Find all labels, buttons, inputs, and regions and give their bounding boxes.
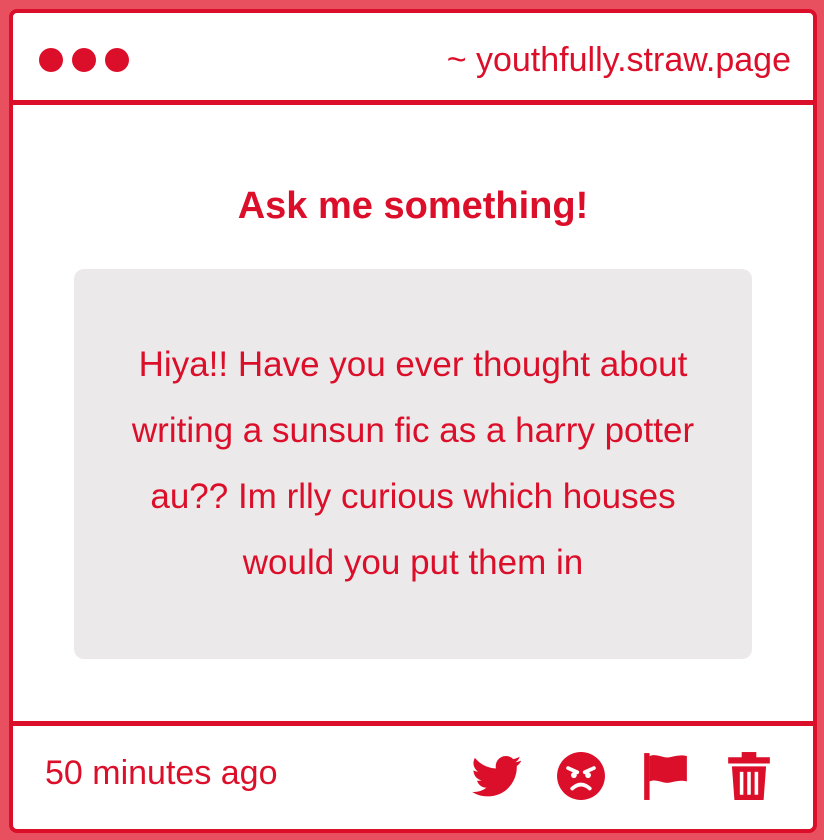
block-button[interactable] <box>555 750 607 802</box>
twitter-icon <box>472 756 522 797</box>
flag-icon <box>644 753 687 800</box>
window-dot-close[interactable] <box>39 48 63 72</box>
window-dot-minimize[interactable] <box>72 48 96 72</box>
report-button[interactable] <box>639 750 691 802</box>
timestamp: 50 minutes ago <box>45 754 278 792</box>
delete-button[interactable] <box>723 750 775 802</box>
window-dot-maximize[interactable] <box>105 48 129 72</box>
action-buttons <box>471 750 775 802</box>
main-content: Ask me something! Hiya!! Have you ever t… <box>13 105 813 721</box>
title-bar: ~ youthfully.straw.page <box>13 13 813 105</box>
trash-icon <box>728 752 770 800</box>
angry-face-icon <box>557 752 605 800</box>
share-twitter-button[interactable] <box>471 750 523 802</box>
footer-bar: 50 minutes ago <box>13 721 813 829</box>
page-url: ~ youthfully.straw.page <box>446 41 791 79</box>
question-card: Hiya!! Have you ever thought about writi… <box>74 269 752 659</box>
page-title: Ask me something! <box>237 185 589 227</box>
window-controls <box>39 48 129 72</box>
browser-window: ~ youthfully.straw.page Ask me something… <box>9 9 817 833</box>
question-text: Hiya!! Have you ever thought about writi… <box>131 345 695 582</box>
